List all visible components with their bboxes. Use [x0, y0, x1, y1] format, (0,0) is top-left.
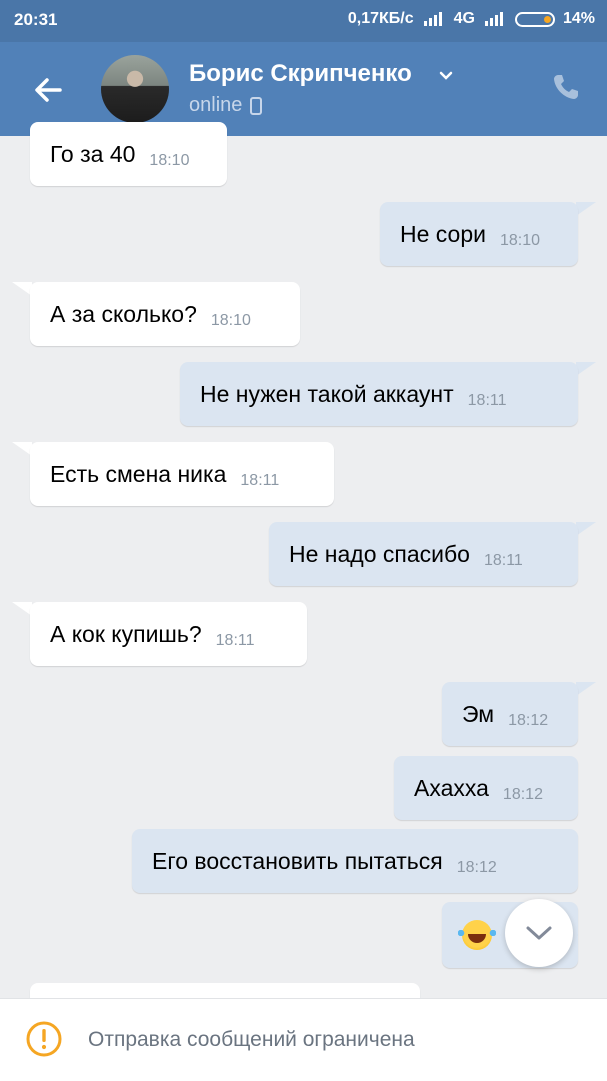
message-incoming[interactable]: А кок купишь? 18:11	[30, 602, 307, 666]
phone-icon[interactable]	[551, 72, 581, 102]
message-outgoing[interactable]: Не надо спасибо 18:11	[269, 522, 578, 586]
network-type: 4G	[453, 10, 475, 27]
message-text: Не нужен такой аккаунт	[200, 380, 454, 407]
bubble-tail	[576, 522, 596, 536]
message-text: Эм	[462, 700, 495, 727]
message-time: 18:12	[508, 712, 549, 729]
message-time: 18:12	[502, 786, 543, 803]
restricted-notice-bar: Отправка сообщений ограничена	[0, 998, 607, 1081]
message-time: 18:10	[210, 312, 251, 329]
message-text: А за сколько?	[50, 300, 197, 327]
message-text: Есть смена ника	[50, 460, 227, 487]
message-time: 18:10	[499, 232, 541, 249]
message-time: 18:11	[483, 552, 523, 569]
status-time: 20:31	[14, 10, 58, 29]
bubble-tail	[576, 362, 596, 376]
message-outgoing[interactable]: Эм 18:12	[442, 682, 578, 746]
bubble-tail	[12, 442, 32, 456]
message-outgoing[interactable]: Не сори 18:10	[380, 202, 578, 266]
back-arrow-icon[interactable]	[30, 72, 66, 108]
bubble-tail	[576, 202, 596, 216]
bubble-tail	[12, 282, 32, 296]
signal-icon-2	[484, 12, 503, 26]
message-time: 18:11	[240, 472, 280, 489]
warning-icon	[26, 1021, 62, 1057]
status-bar: 20:31 0,17КБ/с 4G 14%	[0, 0, 607, 42]
message-text: Не надо спасибо	[289, 540, 470, 567]
chevron-down-icon[interactable]	[438, 68, 454, 84]
battery-icon	[514, 11, 555, 27]
message-time: 18:11	[215, 632, 255, 649]
message-incoming[interactable]: Есть смена ника 18:11	[30, 442, 334, 506]
status-indicators: 0,17КБ/с 4G 14%	[348, 10, 595, 28]
message-incoming[interactable]: А за сколько? 18:10	[30, 282, 300, 346]
restricted-notice-text: Отправка сообщений ограничена	[88, 1028, 415, 1051]
message-time: 18:10	[149, 152, 190, 169]
signal-icon	[423, 12, 442, 26]
scroll-down-button[interactable]	[505, 899, 573, 967]
message-text: Го за 40	[50, 140, 136, 167]
message-text: Ахахха	[414, 774, 489, 801]
message-text: Не сори	[400, 220, 486, 247]
message-incoming[interactable]: Го за 40 18:10	[30, 122, 227, 186]
net-speed: 0,17КБ/с	[347, 10, 414, 27]
message-time: 18:11	[467, 392, 507, 409]
bubble-tail	[12, 602, 32, 616]
avatar[interactable]	[101, 55, 169, 123]
contact-name[interactable]: Борис Скрипченко	[189, 60, 412, 88]
battery-level: 14%	[562, 10, 595, 27]
message-outgoing[interactable]: Не нужен такой аккаунт 18:11	[180, 362, 578, 426]
chevron-down-icon	[526, 926, 552, 940]
bubble-tail	[576, 682, 596, 696]
message-text: Его восстановить пытаться	[152, 847, 443, 874]
contact-status: online	[189, 94, 263, 117]
status-label: online	[189, 94, 243, 116]
tears-of-joy-emoji-icon	[458, 920, 496, 950]
message-time: 18:12	[456, 859, 497, 876]
message-text: А кок купишь?	[50, 620, 202, 647]
mobile-icon	[250, 96, 263, 115]
message-outgoing[interactable]: Его восстановить пытаться 18:12	[132, 829, 578, 893]
message-outgoing[interactable]: Ахахха 18:12	[394, 756, 578, 820]
message-list[interactable]: Го за 40 18:10 Не сори 18:10 А за скольк…	[0, 122, 607, 1023]
